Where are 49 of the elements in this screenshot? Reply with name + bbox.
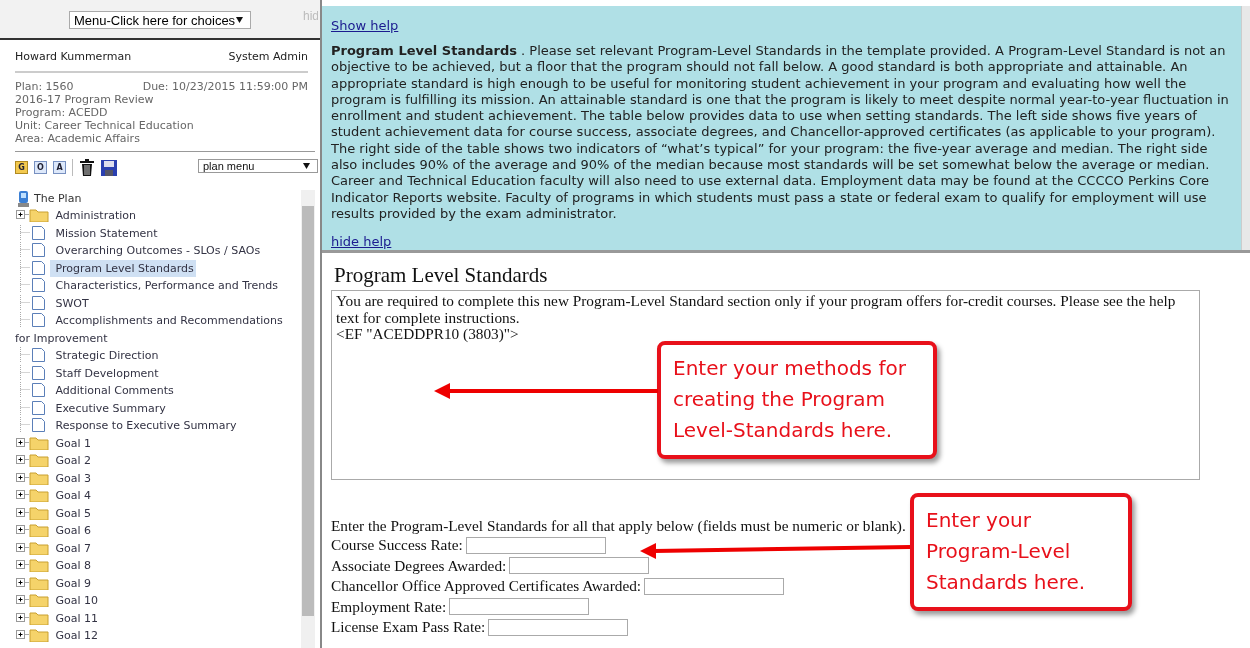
due-date: Due: 10/23/2015 11:59:00 PM	[142, 80, 308, 93]
a-button[interactable]: A	[53, 161, 66, 174]
instruction-text: Enter the Program-Level Standards for all that apply below (fields must be numeric or blank).	[331, 516, 906, 535]
tree-item[interactable]: Goal 1	[15, 434, 94, 452]
plan-detail: 2016-17 Program Review	[15, 93, 155, 106]
tree-item[interactable]: Strategic Direction	[15, 347, 161, 365]
tree-item[interactable]: Goal 8	[15, 557, 94, 575]
tree-item[interactable]: Accomplishments and Recommendations for Improvement	[15, 312, 301, 347]
plan-detail: Unit: Career Technical Education	[15, 119, 195, 132]
tree-item[interactable]: Goal 11	[15, 609, 101, 627]
tree-item[interactable]: Goal 3	[15, 469, 94, 487]
tree-item[interactable]: Goal 4	[15, 487, 94, 505]
user-role: System Admin	[228, 50, 308, 63]
tree-root[interactable]: The Plan	[34, 192, 82, 205]
plan-detail: Area: Academic Affairs	[15, 132, 141, 145]
tree-item[interactable]: SWOT	[15, 294, 91, 312]
show-help-link[interactable]: Show help	[331, 18, 399, 33]
tree-item[interactable]: Additional Comments	[15, 382, 176, 400]
o-button[interactable]: O	[34, 161, 47, 174]
tree-item[interactable]: Goal 2	[15, 452, 94, 470]
tree-item[interactable]: Characteristics, Performance and Trends	[15, 277, 280, 295]
tree-item[interactable]: Overarching Outcomes - SLOs / SAOs	[15, 242, 263, 260]
field-label: Course Success Rate:	[331, 536, 463, 555]
plan-menu-dropdown[interactable]: plan menu	[198, 158, 318, 173]
tree-item[interactable]: Administration	[15, 207, 138, 225]
field-label: License Exam Pass Rate:	[331, 618, 486, 637]
plan-detail: Program: ACEDD	[15, 106, 109, 119]
callout: Enter your methods for creating the Program Level-Standards here.	[657, 341, 937, 459]
g-button[interactable]: G	[15, 161, 28, 174]
tree-item[interactable]: Goal 7	[15, 539, 94, 557]
hide-help-link[interactable]: hide help	[331, 234, 392, 250]
section-title: Program Level Standards	[334, 263, 549, 288]
plan-number: Plan: 1560	[15, 80, 74, 93]
tree-item[interactable]: Goal 10	[15, 592, 101, 610]
tree-item[interactable]: Response to Executive Summary	[15, 417, 239, 435]
user-name: Howard Kummerman	[15, 50, 132, 63]
tree-item[interactable]: Goal 9	[15, 574, 94, 592]
tree-item[interactable]: Goal 12	[15, 627, 101, 645]
tree-item[interactable]: Goal 6	[15, 522, 94, 540]
field-label: Associate Degrees Awarded:	[331, 556, 507, 575]
tree-item[interactable]: Executive Summary	[15, 399, 168, 417]
field-label: Chancellor Office Approved Certificates Awarded:	[331, 577, 642, 596]
field-label: Employment Rate:	[331, 597, 447, 616]
tree-item[interactable]: Mission Statement	[15, 224, 160, 242]
tree-item[interactable]: Goal 5	[15, 504, 94, 522]
tree-item[interactable]: Staff Development	[15, 364, 161, 382]
callout: Enter your Program-Level Standards here.	[910, 493, 1132, 611]
menu-dropdown[interactable]: Menu-Click here for choices	[69, 11, 251, 29]
help-text: Program Level Standards . Please set relevant Program-Level Standards in the template provided. A Program-Level Standard is not an objective to be achieved, but a floor that the program should not fall below. A good standard is both appropriate and attainable. An appropriate standard is high enough to be useful for monitoring student achievement in your program and evaluating how well the program is fulfilling its mission. An attainable standard is one that the program is likely to meet despite normal year-to-year fluctuation in enrollment and student achievement. The table below provides data to use when setting standards. The left side shows five years of student achievement data for course success, associate degrees, and Chancellor-approved certificates (as applicable to your program). The right side of the table shows two indicators of “what’s typical” for your program: the five-year average and median. The right side also includes 90% of the average and 90% of the median because most standards will be set somewhat below the average or median. Career and Technical Education faculty will also need to use external data. Employment data may be found at the CCCCO Perkins Core Indicator Reports website. Faculty of programs in which students must pass a state or federal exam to qualify for employment will use results provided by the exam administrator.	[331, 43, 1230, 223]
